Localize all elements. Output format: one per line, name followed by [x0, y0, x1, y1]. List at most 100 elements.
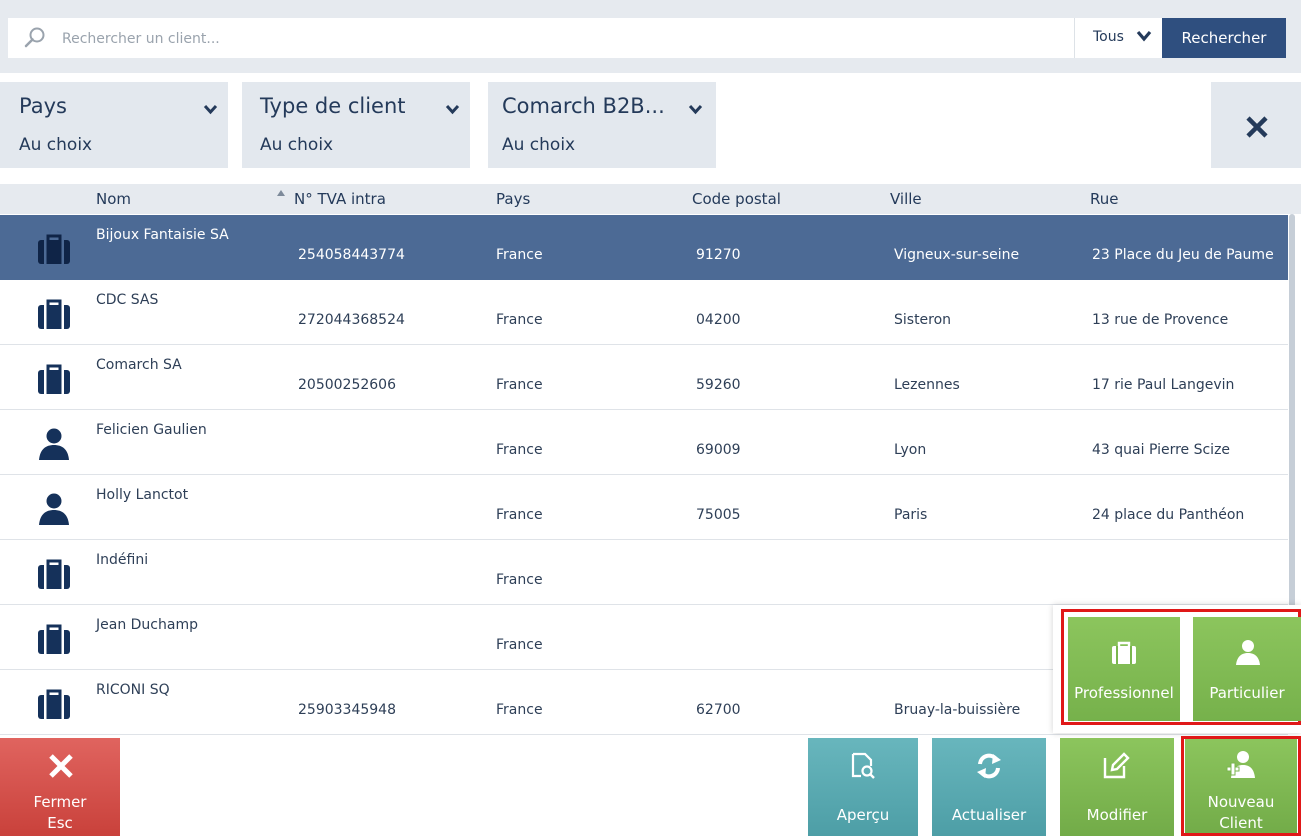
professionnel-button[interactable]: Professionnel: [1068, 617, 1180, 721]
briefcase-icon: [37, 298, 71, 330]
cell-rue: 24 place du Panthéon: [1092, 507, 1245, 523]
cell-tva: 272044368524: [298, 312, 405, 328]
particulier-button[interactable]: Particulier: [1193, 617, 1301, 721]
filter-title: Pays: [19, 94, 67, 118]
close-icon: [1245, 115, 1269, 139]
cell-cp: 04200: [696, 312, 741, 328]
search-icon: [24, 26, 46, 48]
column-header-nom[interactable]: Nom: [96, 190, 131, 208]
chevron-down-icon: [1136, 30, 1152, 42]
actualiser-label: Actualiser: [951, 806, 1027, 824]
client-name: Felicien Gaulien: [96, 422, 207, 438]
search-box: Tous: [8, 18, 1286, 60]
filter-title: Comarch B2B...: [502, 94, 665, 118]
search-scope-label: Tous: [1093, 29, 1124, 45]
apercu-label: Aperçu: [836, 806, 890, 824]
column-header-code-postal[interactable]: Code postal: [692, 190, 781, 208]
cell-tva: 254058443774: [298, 247, 405, 263]
cell-cp: 75005: [696, 507, 741, 523]
sort-ascending-icon: [277, 190, 285, 196]
column-header-ville[interactable]: Ville: [890, 190, 922, 208]
apercu-button[interactable]: Aperçu: [808, 738, 918, 836]
filter-value: Au choix: [260, 135, 334, 155]
search-input[interactable]: [60, 18, 1064, 60]
filter-type-client[interactable]: Type de client Au choix: [242, 82, 470, 168]
client-name: Bijoux Fantaisie SA: [96, 227, 229, 243]
fermer-label: Fermer: [33, 793, 87, 811]
cell-pays: France: [496, 377, 543, 393]
cell-rue: 17 rie Paul Langevin: [1092, 377, 1235, 393]
briefcase-icon: [37, 233, 71, 265]
table-row[interactable]: Bijoux Fantaisie SA 254058443774 France 912…: [0, 215, 1288, 280]
clear-filters-button[interactable]: [1211, 82, 1301, 168]
person-icon: [1235, 639, 1261, 665]
briefcase-icon: [37, 623, 71, 655]
table-header: Nom N° TVA intra Pays Code postal Ville …: [0, 184, 1301, 214]
cell-rue: 43 quai Pierre Scize: [1092, 442, 1231, 458]
chevron-down-icon: [445, 104, 460, 115]
particulier-label: Particulier: [1209, 684, 1285, 702]
refresh-icon: [975, 752, 1003, 780]
client-name: Jean Duchamp: [96, 617, 198, 633]
column-header-tva[interactable]: N° TVA intra: [294, 190, 386, 208]
client-name: Indéfini: [96, 552, 149, 568]
client-name: RICONI SQ: [96, 682, 170, 698]
filter-comarch-b2b[interactable]: Comarch B2B... Au choix: [488, 82, 716, 168]
cell-ville: Lezennes: [894, 377, 960, 393]
briefcase-icon: [37, 363, 71, 395]
client-name: Comarch SA: [96, 357, 182, 373]
cell-pays: France: [496, 507, 543, 523]
preview-icon: [850, 752, 876, 780]
column-header-rue[interactable]: Rue: [1090, 190, 1118, 208]
table-row[interactable]: Comarch SA 20500252606 France 59260 Lezennes…: [0, 345, 1288, 410]
highlight-frame: [1181, 736, 1301, 836]
cell-tva: 20500252606: [298, 377, 396, 393]
modifier-label: Modifier: [1086, 806, 1148, 824]
cell-rue: 13 rue de Provence: [1092, 312, 1229, 328]
cell-rue: 23 Place du Jeu de Paume: [1092, 247, 1274, 263]
chevron-down-icon: [203, 104, 218, 115]
professionnel-label: Professionnel: [1074, 684, 1174, 702]
search-button[interactable]: Rechercher: [1162, 18, 1286, 58]
filter-value: Au choix: [19, 135, 93, 155]
search-bar: Tous Rechercher: [0, 0, 1301, 73]
table-row[interactable]: Holly Lanctot France 75005 Paris 24 place du…: [0, 475, 1288, 540]
column-header-pays[interactable]: Pays: [496, 190, 530, 208]
briefcase-icon: [37, 688, 71, 720]
modifier-button[interactable]: Modifier: [1060, 738, 1174, 836]
cell-pays: France: [496, 247, 543, 263]
cell-pays: France: [496, 442, 543, 458]
briefcase-icon: [37, 558, 71, 590]
briefcase-icon: [1111, 641, 1137, 665]
edit-icon: [1102, 752, 1130, 780]
cell-cp: 69009: [696, 442, 741, 458]
fermer-button[interactable]: Fermer Esc: [0, 738, 120, 836]
chevron-down-icon: [688, 104, 703, 115]
table-row[interactable]: Felicien Gaulien France 69009 Lyon 43 quai P…: [0, 410, 1288, 475]
actualiser-button[interactable]: Actualiser: [932, 738, 1046, 836]
fermer-shortcut: Esc: [47, 814, 73, 832]
filter-value: Au choix: [502, 135, 576, 155]
cell-tva: 25903345948: [298, 702, 396, 718]
search-scope-dropdown[interactable]: Tous: [1074, 18, 1163, 58]
cell-pays: France: [496, 637, 543, 653]
cell-cp: 62700: [696, 702, 741, 718]
client-name: Holly Lanctot: [96, 487, 189, 503]
close-icon: [48, 753, 74, 779]
cell-pays: France: [496, 312, 543, 328]
cell-pays: France: [496, 572, 543, 588]
filter-title: Type de client: [260, 94, 406, 118]
cell-ville: Vigneux-sur-seine: [894, 247, 1020, 263]
person-icon: [37, 428, 71, 460]
cell-ville: Bruay-la-buissière: [894, 702, 1021, 718]
table-row[interactable]: CDC SAS 272044368524 France 04200 Sisteron 13…: [0, 280, 1288, 345]
cell-ville: Lyon: [894, 442, 927, 458]
cell-ville: Sisteron: [894, 312, 952, 328]
cell-cp: 91270: [696, 247, 741, 263]
cell-ville: Paris: [894, 507, 928, 523]
cell-cp: 59260: [696, 377, 741, 393]
filter-pays[interactable]: Pays Au choix: [0, 82, 228, 168]
table-row[interactable]: Indéfini France: [0, 540, 1288, 605]
cell-pays: France: [496, 702, 543, 718]
client-name: CDC SAS: [96, 292, 159, 308]
